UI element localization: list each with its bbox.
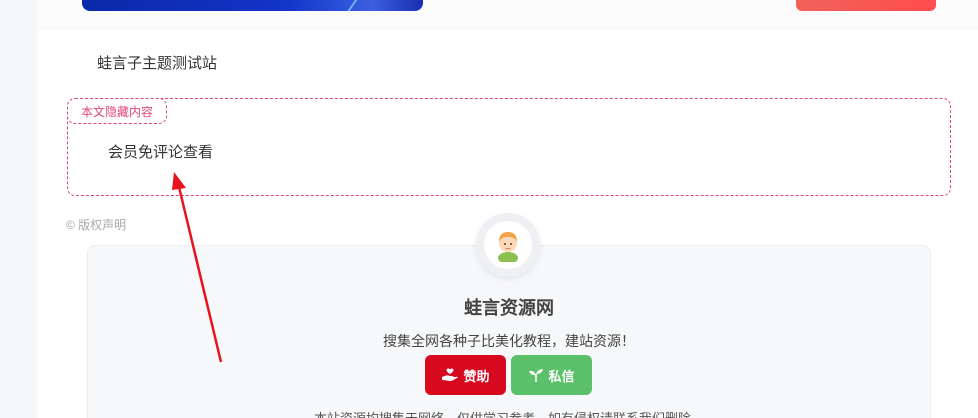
annotation-arrow [172,172,223,363]
